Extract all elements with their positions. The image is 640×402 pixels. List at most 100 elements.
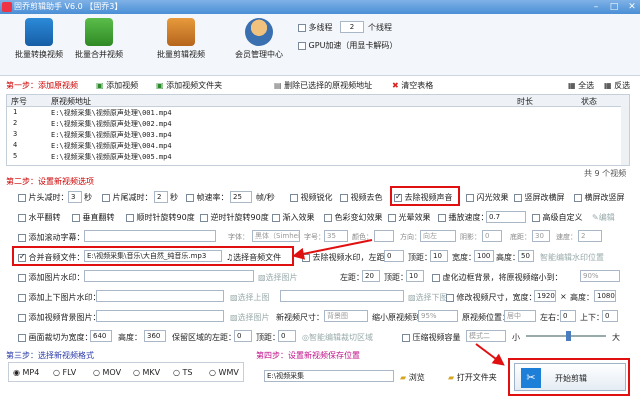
pick-image-button[interactable]: ▨选择图片 bbox=[258, 272, 298, 283]
img-watermark-checkbox[interactable] bbox=[18, 273, 26, 282]
open-folder-button[interactable]: ▰ 打开文件夹 bbox=[448, 372, 497, 383]
wm-top-input[interactable]: 10 bbox=[430, 250, 448, 262]
add-folder-button[interactable]: ▣ 添加视频文件夹 bbox=[156, 80, 222, 91]
crop-height-input[interactable]: 360 bbox=[144, 330, 166, 342]
font-select[interactable]: 黑体（Simhei） bbox=[252, 230, 300, 242]
video-table[interactable]: 序号 原视频地址 时长 状态 1 E:\视频采集\视频原声处理\001.mp4 2… bbox=[6, 94, 630, 166]
table-row[interactable]: 5 E:\视频采集\视频原声处理\005.mp4 bbox=[7, 152, 629, 163]
img-left-input[interactable]: 20 bbox=[362, 270, 380, 282]
delete-selected-button[interactable]: ▤ 删除已选择的原视频地址 bbox=[274, 80, 372, 91]
font-size-select[interactable]: 35 bbox=[324, 230, 348, 242]
crop-checkbox[interactable] bbox=[18, 333, 26, 342]
top-bottom-checkbox[interactable] bbox=[18, 293, 26, 302]
pick-bottom-button[interactable]: ▨选择下图 bbox=[408, 292, 448, 303]
fadein-checkbox[interactable] bbox=[272, 213, 280, 222]
maximize-icon[interactable]: □ bbox=[606, 1, 622, 13]
blur-bg-checkbox[interactable] bbox=[432, 273, 440, 282]
select-all-button[interactable]: ▦ 全选 bbox=[568, 80, 594, 91]
speed-select[interactable]: 2 bbox=[578, 230, 602, 242]
light-checkbox[interactable] bbox=[388, 213, 396, 222]
member-center-button[interactable]: 会员管理中心 bbox=[228, 18, 290, 60]
table-row[interactable]: 2 E:\视频采集\视频原声处理\002.mp4 bbox=[7, 119, 629, 130]
tail-cut-input[interactable]: 2 bbox=[154, 191, 168, 203]
remove-watermark-checkbox[interactable] bbox=[302, 253, 310, 262]
img-top-input[interactable]: 10 bbox=[406, 270, 424, 282]
play-speed-select[interactable]: 0.7 bbox=[486, 211, 526, 223]
format-ts[interactable]: ○ TS bbox=[173, 368, 193, 377]
bottom-input[interactable]: 30 bbox=[532, 230, 550, 242]
table-row[interactable]: 3 E:\视频采集\视频原声处理\003.mp4 bbox=[7, 130, 629, 141]
format-mp4[interactable]: ◉ MP4 bbox=[13, 368, 39, 377]
head-cut-input[interactable]: 3 bbox=[68, 191, 82, 203]
custom-checkbox[interactable] bbox=[532, 213, 540, 222]
vertical-flip-checkbox[interactable] bbox=[72, 213, 80, 222]
bg-image-input[interactable] bbox=[96, 310, 224, 322]
table-row[interactable]: 4 E:\视频采集\视频原声处理\004.mp4 bbox=[7, 141, 629, 152]
compress-checkbox[interactable] bbox=[402, 333, 410, 342]
subtitle-input[interactable] bbox=[84, 230, 216, 242]
audio-path-input[interactable]: E:\视频采集\音乐\大自然_纯音乐.mp3 bbox=[84, 250, 222, 262]
wm-width-input[interactable]: 100 bbox=[474, 250, 494, 262]
batch-convert-button[interactable]: 批量转换视频 bbox=[8, 18, 70, 60]
wm-height-input[interactable]: 50 bbox=[518, 250, 534, 262]
format-mkv[interactable]: ○ MKV bbox=[133, 368, 160, 377]
multithread-checkbox[interactable] bbox=[298, 23, 306, 32]
close-icon[interactable]: ✕ bbox=[624, 1, 640, 13]
play-speed-checkbox[interactable] bbox=[438, 213, 446, 222]
img-watermark-input[interactable] bbox=[84, 270, 254, 282]
browse-button[interactable]: ▰ 浏览 bbox=[400, 372, 425, 383]
smart-watermark-button[interactable]: 智能编辑水印位置 bbox=[540, 252, 604, 263]
top-image-input[interactable] bbox=[96, 290, 224, 302]
batch-edit-button[interactable]: 批量剪辑视频 bbox=[150, 18, 212, 60]
head-cut-checkbox[interactable] bbox=[18, 193, 26, 202]
edit-button[interactable]: ✎编辑 bbox=[592, 212, 615, 223]
tb-input[interactable]: 0 bbox=[602, 310, 618, 322]
position-select[interactable]: 居中 bbox=[504, 310, 536, 322]
bg-image-checkbox[interactable] bbox=[18, 313, 26, 322]
format-flv[interactable]: ○ FLV bbox=[53, 368, 76, 377]
thread-count-input[interactable]: 2 bbox=[340, 21, 364, 33]
shrink-select[interactable]: 95% bbox=[418, 310, 458, 322]
format-mov[interactable]: ○ MOV bbox=[93, 368, 121, 377]
start-edit-button[interactable]: ✂ 开始剪辑 bbox=[514, 363, 626, 391]
tail-cut-checkbox[interactable] bbox=[102, 193, 110, 202]
rot-ccw-checkbox[interactable] bbox=[200, 213, 208, 222]
table-scrollbar[interactable] bbox=[621, 106, 629, 165]
table-row[interactable]: 1 E:\视频采集\视频原声处理\001.mp4 bbox=[7, 108, 629, 119]
glow-checkbox[interactable] bbox=[466, 193, 474, 202]
v2h-checkbox[interactable] bbox=[514, 193, 522, 202]
keep-top-input[interactable]: 0 bbox=[278, 330, 296, 342]
compress-mode-select[interactable]: 模式二 bbox=[466, 330, 506, 342]
clear-table-button[interactable]: ✖ 清空表格 bbox=[392, 80, 433, 91]
resize-width-input[interactable]: 1920 bbox=[534, 290, 556, 302]
invert-button[interactable]: ▦ 反选 bbox=[604, 80, 630, 91]
batch-merge-button[interactable]: 批量合并视频 bbox=[68, 18, 130, 60]
subtitle-checkbox[interactable] bbox=[18, 233, 26, 242]
sharpen-checkbox[interactable] bbox=[290, 193, 298, 202]
gpu-checkbox[interactable] bbox=[298, 41, 306, 50]
shadow-input[interactable]: 0 bbox=[482, 230, 502, 242]
format-wmv[interactable]: ○ WMV bbox=[209, 368, 239, 377]
wm-left-input[interactable]: 0 bbox=[384, 250, 404, 262]
size-mode-select[interactable]: 背景图 bbox=[324, 310, 368, 322]
rot90-checkbox[interactable] bbox=[126, 213, 134, 222]
resize-checkbox[interactable] bbox=[446, 293, 454, 302]
blur-select[interactable]: 90% bbox=[580, 270, 620, 282]
keep-left-input[interactable]: 0 bbox=[234, 330, 252, 342]
pick-audio-button[interactable]: ♫选择音频文件 bbox=[226, 252, 281, 263]
fps-input[interactable]: 25 bbox=[230, 191, 252, 203]
merge-audio-checkbox[interactable] bbox=[18, 252, 26, 262]
bottom-image-input[interactable] bbox=[280, 290, 404, 302]
fps-checkbox[interactable] bbox=[186, 193, 194, 202]
color-picker[interactable] bbox=[374, 230, 394, 242]
smart-crop-button[interactable]: ◎智能编辑裁切区域 bbox=[302, 332, 373, 343]
compress-slider-handle[interactable] bbox=[566, 331, 571, 341]
minimize-icon[interactable]: – bbox=[588, 1, 604, 13]
pick-bg-button[interactable]: ▨选择图片 bbox=[230, 312, 270, 323]
crop-width-input[interactable]: 640 bbox=[90, 330, 112, 342]
decolor-checkbox[interactable] bbox=[340, 193, 348, 202]
h2v-checkbox[interactable] bbox=[574, 193, 582, 202]
color-var-checkbox[interactable] bbox=[324, 213, 332, 222]
lr-input[interactable]: 0 bbox=[560, 310, 576, 322]
save-path-input[interactable]: E:\视频采集 bbox=[264, 370, 394, 382]
